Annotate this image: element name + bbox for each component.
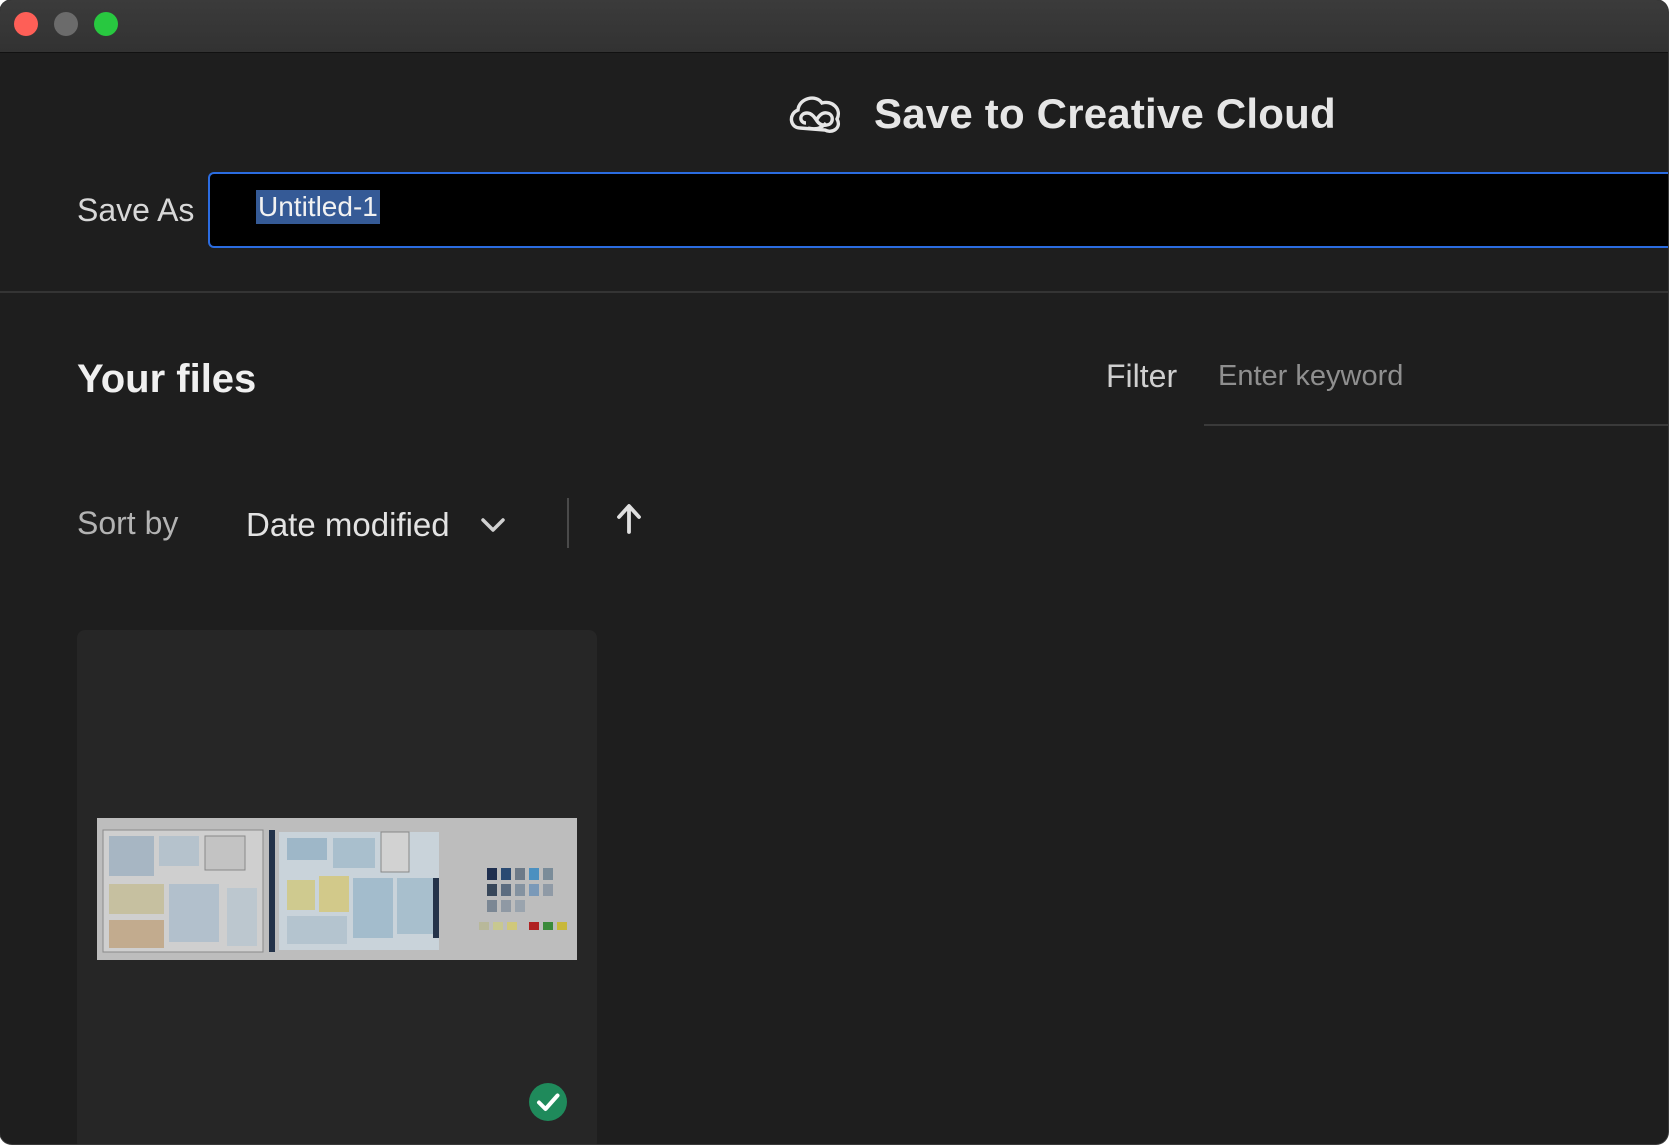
creative-cloud-logo-icon [789,96,840,133]
filter-label: Filter [1106,358,1178,394]
sort-by-label: Sort by [77,505,179,541]
sort-dropdown[interactable]: Date modified [246,500,506,550]
minimize-icon[interactable] [54,12,78,36]
checkmark-circle-icon [529,1083,567,1121]
file-thumbnail [97,818,577,960]
chevron-down-icon [480,518,505,532]
your-files-heading: Your files [77,357,257,401]
sort-value: Date modified [246,506,450,543]
dialog-title: Save to Creative Cloud [874,90,1336,137]
filter-input[interactable]: Enter keyword [1204,350,1668,426]
save-as-input[interactable]: Untitled-1 [208,172,1668,248]
arrow-up-icon[interactable] [614,502,644,536]
filename-value[interactable]: Untitled-1 [256,190,380,224]
dialog-header: Save to Creative Cloud [786,84,1336,144]
title-bar [0,0,1668,53]
header-divider [0,291,1668,293]
close-icon[interactable] [14,12,38,36]
sort-separator [567,498,569,548]
save-as-label: Save As [77,192,195,228]
filter-placeholder: Enter keyword [1218,360,1404,392]
file-card[interactable] [77,630,597,1144]
save-dialog-window: Save to Creative Cloud Save As Untitled-… [0,0,1668,1144]
maximize-icon[interactable] [94,12,118,36]
